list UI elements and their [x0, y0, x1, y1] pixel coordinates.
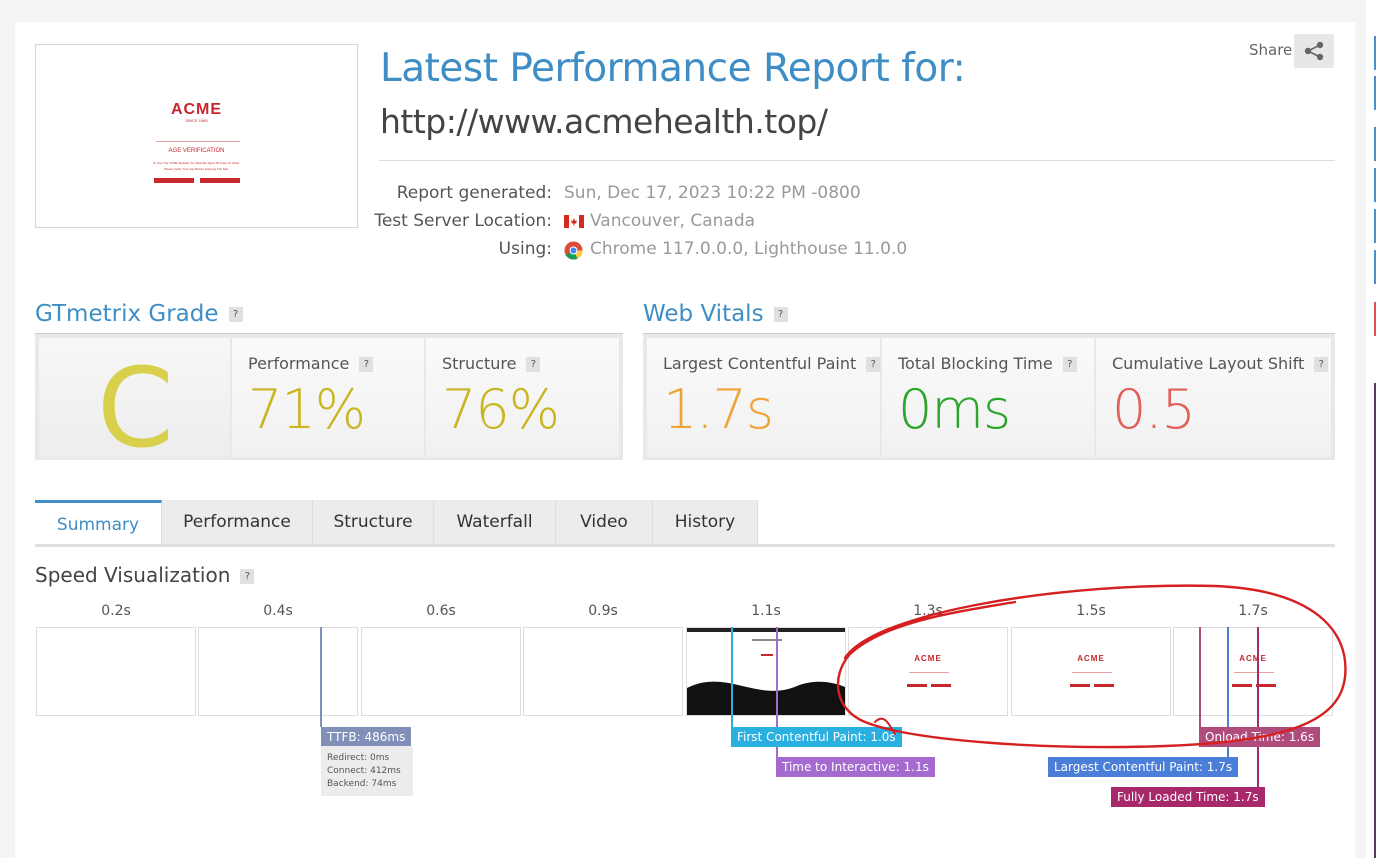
side-panel-edge	[1366, 0, 1376, 858]
report-page: ACME SINCE 1965 AGE VERIFICATION To Use …	[15, 22, 1355, 858]
red-circle-annotation	[836, 584, 1347, 749]
